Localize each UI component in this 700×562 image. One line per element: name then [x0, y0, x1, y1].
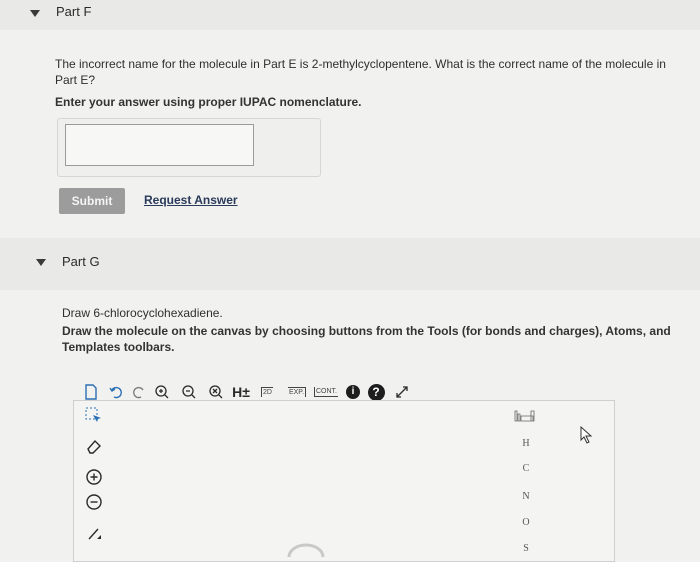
fullscreen-icon[interactable]	[392, 383, 412, 401]
undo-icon[interactable]	[107, 383, 125, 401]
cursor-icon	[580, 425, 594, 444]
contract-label: CONT.	[314, 387, 338, 397]
h-charge-icon[interactable]: H±	[230, 383, 252, 401]
zoom-in-icon[interactable]	[152, 383, 172, 401]
request-answer-link[interactable]: Request Answer	[144, 193, 238, 207]
single-bond-icon[interactable]	[83, 523, 105, 543]
part-f-instruction: Enter your answer using proper IUPAC nom…	[55, 95, 362, 109]
part-g-instruction: Draw the molecule on the canvas by choos…	[62, 324, 671, 354]
part-g-title: Part G	[62, 254, 100, 269]
template-ring-icon[interactable]	[286, 542, 326, 558]
answer-box	[57, 118, 321, 177]
part-f-title: Part F	[56, 4, 92, 19]
expand-icon[interactable]: EXP.	[285, 383, 309, 401]
eraser-icon[interactable]	[83, 436, 105, 456]
2d-icon[interactable]: 2D	[256, 383, 278, 401]
help-icon[interactable]: ?	[366, 383, 386, 401]
part-f-header[interactable]	[0, 0, 700, 30]
select-tool-icon[interactable]	[83, 406, 105, 426]
atom-o-button[interactable]: O	[519, 517, 533, 528]
periodic-table-icon[interactable]	[514, 409, 536, 423]
info-glyph: i	[346, 385, 360, 399]
drawing-canvas[interactable]	[73, 400, 615, 562]
submit-button[interactable]: Submit	[59, 188, 125, 214]
redo-icon[interactable]	[130, 383, 148, 401]
part-f-collapse-icon[interactable]	[30, 10, 40, 17]
atom-n-button[interactable]: N	[519, 491, 533, 502]
new-file-icon[interactable]	[82, 383, 100, 401]
part-f-question: The incorrect name for the molecule in P…	[55, 57, 666, 87]
answer-input[interactable]	[65, 124, 254, 166]
help-glyph: ?	[367, 383, 385, 401]
atom-c-button[interactable]: C	[519, 463, 533, 474]
info-icon[interactable]: i	[344, 383, 362, 401]
part-g-collapse-icon[interactable]	[36, 259, 46, 266]
part-g-header[interactable]	[0, 238, 700, 290]
atom-s-button[interactable]: S	[519, 543, 533, 554]
clear-icon[interactable]	[206, 383, 226, 401]
part-g-question: Draw 6-chlorocyclohexadiene.	[62, 306, 223, 320]
zoom-out-icon[interactable]	[179, 383, 199, 401]
positive-charge-icon[interactable]	[83, 467, 105, 487]
atom-h-button[interactable]: H	[519, 438, 533, 449]
contract-icon[interactable]: CONT.	[312, 383, 340, 401]
2d-label: 2D	[261, 387, 273, 397]
expand-label: EXP.	[287, 387, 307, 397]
negative-charge-icon[interactable]	[83, 492, 105, 512]
